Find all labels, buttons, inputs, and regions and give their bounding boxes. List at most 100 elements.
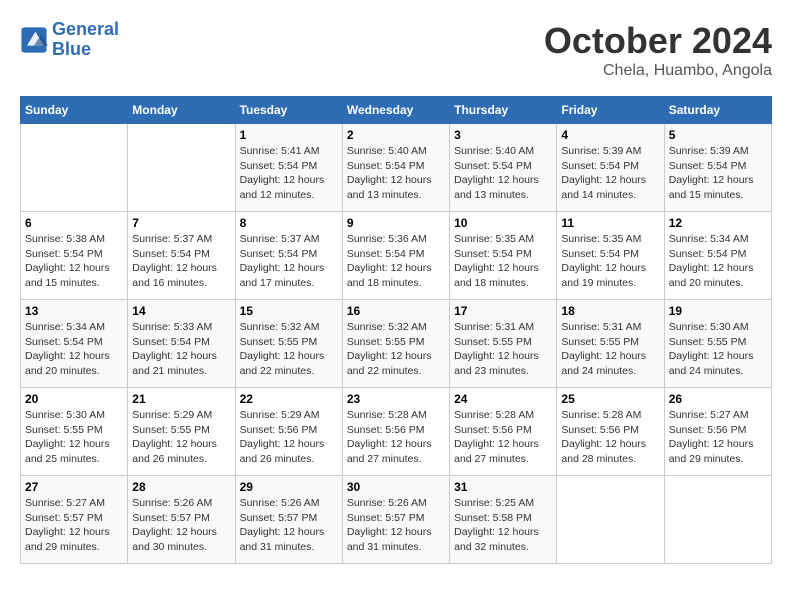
calendar-cell: 18 Sunrise: 5:31 AM Sunset: 5:55 PM Dayli… [557,300,664,388]
day-number: 18 [561,304,659,318]
calendar-week-3: 13Sunrise: 5:34 AM Sunset: 5:54 PM Dayli… [21,300,772,388]
day-number: 23 [347,392,445,406]
calendar-cell: 30 Sunrise: 5:26 AM Sunset: 5:57 PM Dayli… [342,476,449,564]
day-number: 26 [669,392,767,406]
day-number: 5 [669,128,767,142]
day-number: 15 [240,304,338,318]
month-title: October 2024 [544,20,772,62]
day-number: 20 [25,392,123,406]
day-info: Sunrise: 5:30 AM Sunset: 5:55 PM Dayligh… [25,408,123,467]
day-number: 28 [132,480,230,494]
day-info: Sunrise: 5:25 AM Sunset: 5:58 PM Dayligh… [454,496,552,555]
calendar-cell: 24Sunrise: 5:28 AM Sunset: 5:56 PM Dayli… [450,388,557,476]
day-number: 11 [561,216,659,230]
calendar-cell: 19Sunrise: 5:30 AM Sunset: 5:55 PM Dayli… [664,300,771,388]
calendar-cell: 6Sunrise: 5:38 AM Sunset: 5:54 PM Daylig… [21,212,128,300]
calendar-week-4: 20 Sunrise: 5:30 AM Sunset: 5:55 PM Dayli… [21,388,772,476]
day-info: Sunrise: 5:26 AM Sunset: 5:57 PM Dayligh… [240,496,338,555]
weekday-header-row: SundayMondayTuesdayWednesdayThursdayFrid… [21,97,772,124]
calendar-cell: 26 Sunrise: 5:27 AM Sunset: 5:56 PM Dayli… [664,388,771,476]
calendar-week-5: 27 Sunrise: 5:27 AM Sunset: 5:57 PM Dayli… [21,476,772,564]
calendar-cell [664,476,771,564]
calendar-cell: 9Sunrise: 5:36 AM Sunset: 5:54 PM Daylig… [342,212,449,300]
day-info: Sunrise: 5:27 AM Sunset: 5:56 PM Dayligh… [669,408,767,467]
calendar-cell: 16Sunrise: 5:32 AM Sunset: 5:55 PM Dayli… [342,300,449,388]
day-number: 24 [454,392,552,406]
day-number: 22 [240,392,338,406]
day-number: 14 [132,304,230,318]
location-subtitle: Chela, Huambo, Angola [544,62,772,80]
calendar-cell: 20 Sunrise: 5:30 AM Sunset: 5:55 PM Dayli… [21,388,128,476]
day-number: 17 [454,304,552,318]
calendar-cell [21,124,128,212]
calendar-cell: 17 Sunrise: 5:31 AM Sunset: 5:55 PM Dayli… [450,300,557,388]
calendar-cell: 5 Sunrise: 5:39 AM Sunset: 5:54 PM Daylig… [664,124,771,212]
day-info: Sunrise: 5:37 AM Sunset: 5:54 PM Dayligh… [132,232,230,291]
calendar-cell: 15 Sunrise: 5:32 AM Sunset: 5:55 PM Dayli… [235,300,342,388]
day-number: 27 [25,480,123,494]
day-number: 3 [454,128,552,142]
logo-line2: Blue [52,39,91,59]
day-number: 13 [25,304,123,318]
page-header: General Blue October 2024 Chela, Huambo,… [20,20,772,80]
day-info: Sunrise: 5:32 AM Sunset: 5:55 PM Dayligh… [240,320,338,379]
weekday-header-friday: Friday [557,97,664,124]
calendar-cell [557,476,664,564]
day-info: Sunrise: 5:31 AM Sunset: 5:55 PM Dayligh… [454,320,552,379]
day-info: Sunrise: 5:34 AM Sunset: 5:54 PM Dayligh… [669,232,767,291]
calendar-header: SundayMondayTuesdayWednesdayThursdayFrid… [21,97,772,124]
day-number: 10 [454,216,552,230]
day-number: 8 [240,216,338,230]
calendar-body: 1 Sunrise: 5:41 AM Sunset: 5:54 PM Daylig… [21,124,772,564]
calendar-cell: 31Sunrise: 5:25 AM Sunset: 5:58 PM Dayli… [450,476,557,564]
calendar-cell: 27 Sunrise: 5:27 AM Sunset: 5:57 PM Dayli… [21,476,128,564]
day-number: 16 [347,304,445,318]
day-number: 21 [132,392,230,406]
calendar-cell: 29Sunrise: 5:26 AM Sunset: 5:57 PM Dayli… [235,476,342,564]
calendar-cell: 25 Sunrise: 5:28 AM Sunset: 5:56 PM Dayli… [557,388,664,476]
day-info: Sunrise: 5:38 AM Sunset: 5:54 PM Dayligh… [25,232,123,291]
calendar-cell: 13Sunrise: 5:34 AM Sunset: 5:54 PM Dayli… [21,300,128,388]
day-info: Sunrise: 5:29 AM Sunset: 5:56 PM Dayligh… [240,408,338,467]
calendar-cell: 3 Sunrise: 5:40 AM Sunset: 5:54 PM Daylig… [450,124,557,212]
weekday-header-saturday: Saturday [664,97,771,124]
calendar-cell: 1 Sunrise: 5:41 AM Sunset: 5:54 PM Daylig… [235,124,342,212]
calendar-cell: 2 Sunrise: 5:40 AM Sunset: 5:54 PM Daylig… [342,124,449,212]
day-info: Sunrise: 5:37 AM Sunset: 5:54 PM Dayligh… [240,232,338,291]
day-info: Sunrise: 5:27 AM Sunset: 5:57 PM Dayligh… [25,496,123,555]
day-info: Sunrise: 5:40 AM Sunset: 5:54 PM Dayligh… [347,144,445,203]
day-number: 2 [347,128,445,142]
day-info: Sunrise: 5:26 AM Sunset: 5:57 PM Dayligh… [132,496,230,555]
day-number: 19 [669,304,767,318]
weekday-header-thursday: Thursday [450,97,557,124]
weekday-header-sunday: Sunday [21,97,128,124]
day-info: Sunrise: 5:31 AM Sunset: 5:55 PM Dayligh… [561,320,659,379]
day-number: 4 [561,128,659,142]
day-number: 30 [347,480,445,494]
day-info: Sunrise: 5:36 AM Sunset: 5:54 PM Dayligh… [347,232,445,291]
day-info: Sunrise: 5:40 AM Sunset: 5:54 PM Dayligh… [454,144,552,203]
day-info: Sunrise: 5:29 AM Sunset: 5:55 PM Dayligh… [132,408,230,467]
logo-icon [20,26,48,54]
calendar-cell: 4Sunrise: 5:39 AM Sunset: 5:54 PM Daylig… [557,124,664,212]
day-info: Sunrise: 5:35 AM Sunset: 5:54 PM Dayligh… [561,232,659,291]
calendar-cell: 23Sunrise: 5:28 AM Sunset: 5:56 PM Dayli… [342,388,449,476]
day-info: Sunrise: 5:35 AM Sunset: 5:54 PM Dayligh… [454,232,552,291]
day-info: Sunrise: 5:26 AM Sunset: 5:57 PM Dayligh… [347,496,445,555]
logo: General Blue [20,20,119,60]
calendar-cell: 28 Sunrise: 5:26 AM Sunset: 5:57 PM Dayli… [128,476,235,564]
calendar-week-2: 6Sunrise: 5:38 AM Sunset: 5:54 PM Daylig… [21,212,772,300]
calendar-cell: 21 Sunrise: 5:29 AM Sunset: 5:55 PM Dayli… [128,388,235,476]
day-info: Sunrise: 5:41 AM Sunset: 5:54 PM Dayligh… [240,144,338,203]
calendar-week-1: 1 Sunrise: 5:41 AM Sunset: 5:54 PM Daylig… [21,124,772,212]
day-info: Sunrise: 5:39 AM Sunset: 5:54 PM Dayligh… [669,144,767,203]
calendar-table: SundayMondayTuesdayWednesdayThursdayFrid… [20,96,772,564]
calendar-cell: 12 Sunrise: 5:34 AM Sunset: 5:54 PM Dayli… [664,212,771,300]
day-number: 12 [669,216,767,230]
day-number: 1 [240,128,338,142]
day-info: Sunrise: 5:28 AM Sunset: 5:56 PM Dayligh… [561,408,659,467]
calendar-cell: 8 Sunrise: 5:37 AM Sunset: 5:54 PM Daylig… [235,212,342,300]
day-number: 25 [561,392,659,406]
title-block: October 2024 Chela, Huambo, Angola [544,20,772,80]
calendar-cell: 7Sunrise: 5:37 AM Sunset: 5:54 PM Daylig… [128,212,235,300]
